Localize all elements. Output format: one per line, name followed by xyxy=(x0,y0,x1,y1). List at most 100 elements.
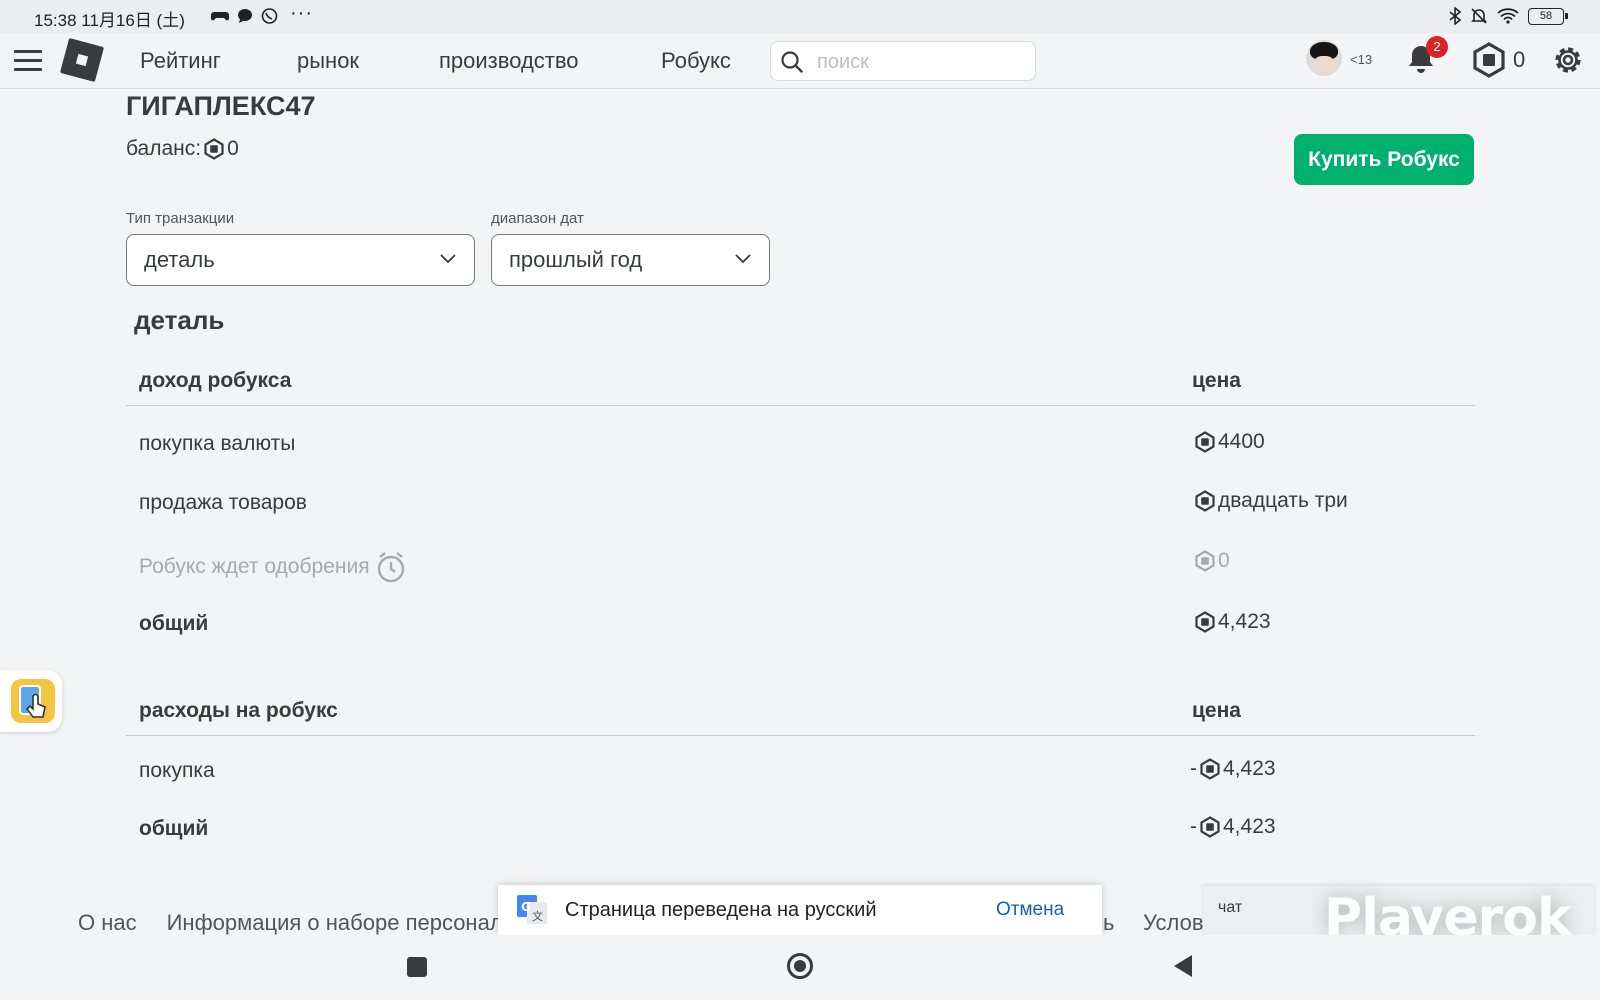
row-label: покупка xyxy=(139,759,215,782)
footer-link-about[interactable]: О нас xyxy=(78,910,137,936)
date-range-label: диапазон дат xyxy=(491,210,584,227)
hand-tap-icon xyxy=(11,679,55,723)
page-title: ГИГАПЛЕКС47 xyxy=(126,91,316,121)
game-controller-icon xyxy=(211,12,229,21)
status-app-icons xyxy=(211,8,278,25)
battery-icon: 58 xyxy=(1528,7,1568,25)
row-label: общий xyxy=(139,817,209,840)
mute-icon xyxy=(1471,8,1487,24)
transaction-type-label: Тип транзакции xyxy=(126,210,235,227)
assistive-touch-button[interactable] xyxy=(0,670,62,732)
roblox-logo[interactable] xyxy=(59,37,105,83)
expenses-price-header: цена xyxy=(1192,699,1241,722)
status-system-icons: 58 xyxy=(1449,7,1568,25)
row-value: 4400 xyxy=(1194,430,1265,454)
robux-icon xyxy=(1195,431,1215,453)
status-time: 15:38 11月16日 (土) xyxy=(34,11,185,30)
income-table-header: доход робукса цена xyxy=(126,351,1475,406)
income-price-header: цена xyxy=(1192,369,1241,392)
table-row: общий 4,423 xyxy=(126,598,1475,648)
row-amount: 4,423 xyxy=(1223,815,1276,838)
google-translate-icon: G文 xyxy=(517,895,547,924)
row-value: 4,423 xyxy=(1194,610,1271,634)
footer-link-partial[interactable]: ь xyxy=(1103,910,1114,936)
row-label: покупка валюты xyxy=(139,432,296,455)
chevron-down-icon xyxy=(440,254,456,264)
chevron-down-icon xyxy=(735,254,751,264)
chat-label: чат xyxy=(1218,899,1243,916)
age-label: <13 xyxy=(1350,52,1373,67)
back-icon[interactable] xyxy=(1174,955,1192,977)
row-amount: 4400 xyxy=(1218,430,1265,453)
balance: баланс: 0 xyxy=(126,137,239,161)
notification-badge: 2 xyxy=(1426,36,1448,58)
row-value: 0 xyxy=(1194,549,1230,573)
section-title: деталь xyxy=(134,305,225,335)
robux-icon xyxy=(1195,490,1215,512)
footer-link-terms[interactable]: Услов xyxy=(1143,910,1204,936)
robux-icon xyxy=(1195,611,1215,633)
robux-nav-button[interactable]: 0 xyxy=(1472,42,1525,78)
nav-link-marketplace[interactable]: рынок xyxy=(297,48,359,74)
robux-icon xyxy=(1195,550,1215,572)
buy-robux-button[interactable]: Купить Робукс xyxy=(1294,134,1474,185)
bluetooth-icon xyxy=(1449,7,1461,25)
income-header: доход робукса xyxy=(139,369,292,392)
table-row: продажа товаров двадцать три xyxy=(126,477,1475,527)
balance-label: баланс: xyxy=(126,137,202,160)
row-label: продажа товаров xyxy=(139,491,307,514)
row-amount: двадцать три xyxy=(1218,489,1348,512)
expenses-header: расходы на робукс xyxy=(139,699,338,722)
robux-icon xyxy=(1473,42,1505,78)
more-icon: ··· xyxy=(290,2,313,24)
expenses-table-header: расходы на робукс цена xyxy=(126,681,1475,736)
viber-icon xyxy=(261,8,278,24)
row-sign: - xyxy=(1190,815,1197,838)
robux-icon xyxy=(1200,816,1220,838)
table-row: покупка валюты 4400 xyxy=(126,418,1475,468)
balance-value: 0 xyxy=(227,137,239,160)
pending-label: Робукс ждет одобрения xyxy=(139,555,370,578)
svg-text:文: 文 xyxy=(532,909,543,923)
date-range-value: прошлый год xyxy=(509,247,643,272)
system-navigation-bar xyxy=(0,935,1600,1000)
svg-text:G: G xyxy=(521,900,531,914)
nav-link-charts[interactable]: Рейтинг xyxy=(140,48,221,74)
search-icon xyxy=(781,51,803,73)
translate-toast: G文 Страница переведена на русский Отмена xyxy=(498,885,1102,935)
row-value: - 4,423 xyxy=(1190,757,1276,781)
menu-icon[interactable] xyxy=(14,50,42,72)
table-row: покупка - 4,423 xyxy=(126,745,1475,795)
wifi-icon xyxy=(1497,8,1519,24)
row-amount: 4,423 xyxy=(1223,757,1276,780)
transaction-type-select[interactable]: деталь xyxy=(126,234,475,286)
top-navigation: Рейтинг рынок производство Робукс <13 2 … xyxy=(0,33,1600,89)
search-box[interactable] xyxy=(770,41,1036,81)
row-label: Робукс ждет одобрения xyxy=(139,551,406,583)
chat-bubble-icon xyxy=(238,9,252,23)
table-row: общий - 4,423 xyxy=(126,803,1475,853)
translate-undo-button[interactable]: Отмена xyxy=(996,899,1064,921)
footer-links: О нас Информация о наборе персонал xyxy=(78,910,503,936)
robux-icon xyxy=(204,138,224,160)
row-value: двадцать три xyxy=(1194,489,1348,513)
clock-icon[interactable] xyxy=(376,551,406,583)
row-amount: 4,423 xyxy=(1218,610,1271,633)
row-label: общий xyxy=(139,612,209,635)
robux-icon xyxy=(1200,758,1220,780)
avatar[interactable] xyxy=(1306,40,1342,76)
table-row: Робукс ждет одобрения 0 xyxy=(126,537,1475,587)
row-amount: 0 xyxy=(1218,549,1230,572)
settings-gear-icon[interactable] xyxy=(1550,42,1586,78)
search-input[interactable] xyxy=(817,49,1017,75)
translate-message: Страница переведена на русский xyxy=(565,899,877,921)
date-range-select[interactable]: прошлый год xyxy=(491,234,770,286)
robux-nav-balance: 0 xyxy=(1513,47,1526,72)
nav-link-robux[interactable]: Робукс xyxy=(661,48,731,74)
recent-apps-icon[interactable] xyxy=(407,957,427,977)
nav-link-create[interactable]: производство xyxy=(439,48,579,74)
row-sign: - xyxy=(1190,757,1197,780)
home-icon[interactable] xyxy=(787,953,813,979)
row-value: - 4,423 xyxy=(1190,815,1276,839)
footer-link-personal-info[interactable]: Информация о наборе персонал xyxy=(167,910,503,936)
